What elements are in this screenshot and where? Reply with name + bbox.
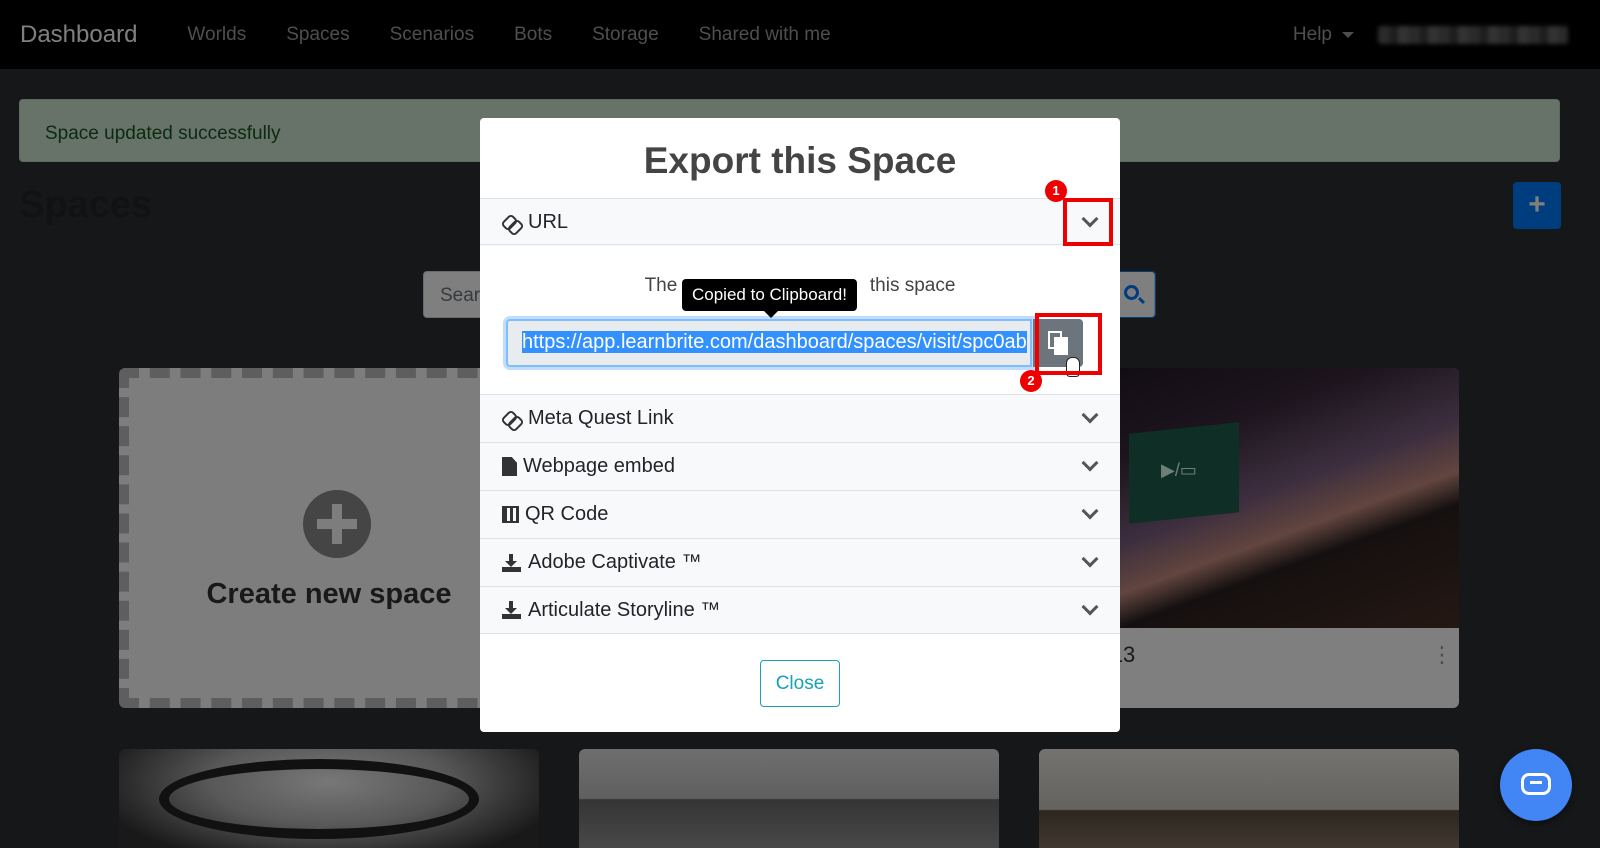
chevron-down-icon[interactable] — [1081, 454, 1099, 472]
annotation-badge-2: 2 — [1020, 370, 1042, 392]
section-label: Webpage embed — [523, 455, 675, 477]
section-label: Adobe Captivate ™ — [528, 551, 702, 573]
highlight-box-copy — [1035, 313, 1102, 375]
url-field[interactable]: https://app.learnbrite.com/dashboard/spa… — [506, 319, 1032, 367]
chevron-down-icon[interactable] — [1081, 598, 1099, 616]
qr-code-icon — [502, 506, 519, 523]
section-label: QR Code — [525, 503, 609, 525]
chat-button[interactable] — [1500, 749, 1572, 821]
url-value: https://app.learnbrite.com/dashboard/spa… — [522, 331, 1027, 353]
section-webpage-embed-header[interactable]: Webpage embed — [480, 442, 1120, 490]
section-url-header[interactable]: URL — [480, 198, 1120, 246]
chevron-down-icon[interactable] — [1081, 502, 1099, 520]
section-qr-code-header[interactable]: QR Code — [480, 490, 1120, 538]
copied-tooltip: Copied to Clipboard! — [682, 279, 857, 318]
section-adobe-captivate-header[interactable]: Adobe Captivate ™ — [480, 538, 1120, 586]
chat-bubble-icon — [1521, 773, 1551, 795]
link-icon — [502, 213, 522, 233]
modal-title: Export this Space — [643, 140, 957, 181]
highlight-box-chevron — [1063, 198, 1113, 246]
link-icon — [502, 409, 522, 429]
close-button[interactable]: Close — [760, 660, 840, 707]
url-description-end: this space — [869, 275, 956, 296]
file-icon — [502, 457, 517, 476]
section-label: URL — [528, 211, 569, 233]
chevron-down-icon[interactable] — [1081, 550, 1099, 568]
annotation-badge-1: 1 — [1045, 180, 1067, 202]
section-label: Articulate Storyline ™ — [528, 598, 721, 621]
url-description-start: The — [644, 275, 678, 296]
export-modal: Export this Space URL The this space htt… — [480, 118, 1120, 732]
chevron-down-icon[interactable] — [1081, 406, 1099, 424]
section-articulate-storyline-header[interactable]: Articulate Storyline ™ — [480, 586, 1120, 634]
section-label: Meta Quest Link — [528, 407, 674, 429]
download-icon — [502, 600, 522, 620]
section-meta-quest-header[interactable]: Meta Quest Link — [480, 394, 1120, 442]
download-icon — [502, 553, 522, 573]
